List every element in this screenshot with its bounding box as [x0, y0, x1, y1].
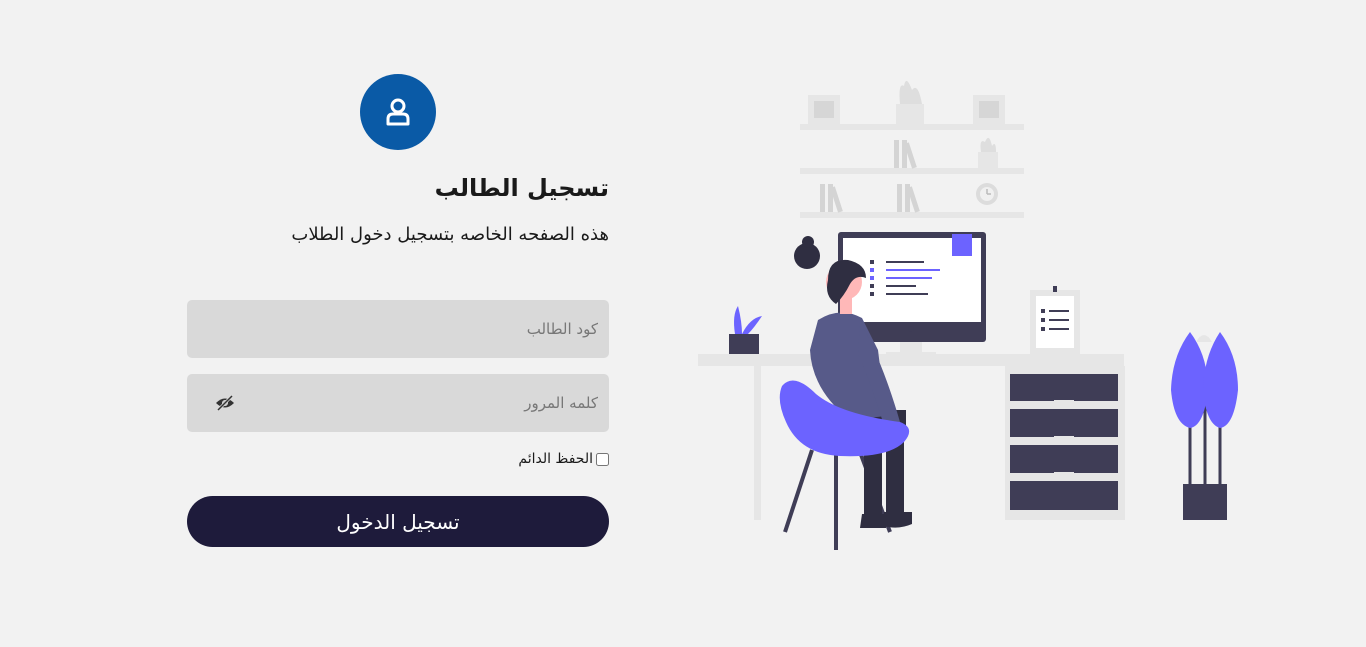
login-button[interactable]: تسجيل الدخول — [187, 496, 609, 547]
student-code-input[interactable] — [187, 300, 609, 358]
password-input[interactable] — [187, 374, 609, 432]
avatar — [360, 74, 436, 150]
page-title: تسجيل الطالب — [434, 174, 609, 202]
login-page: تسجيل الطالب هذه الصفحه الخاصه بتسجيل دخ… — [0, 0, 1366, 647]
remember-checkbox[interactable] — [596, 452, 609, 466]
desk-plant — [729, 306, 762, 354]
workspace-illustration — [698, 80, 1238, 550]
password-field — [187, 374, 609, 432]
floor-plant — [1171, 332, 1238, 520]
eye-slash-icon[interactable] — [215, 395, 235, 411]
remember-me[interactable]: الحفظ الدائم — [518, 451, 609, 467]
clipboard — [1030, 286, 1080, 354]
student-code-field — [187, 300, 609, 358]
user-icon — [386, 98, 410, 126]
shelves — [800, 80, 1024, 218]
desk — [698, 354, 1125, 520]
page-subtitle: هذه الصفحه الخاصه بتسجيل دخول الطلاب — [291, 224, 609, 245]
remember-label: الحفظ الدائم — [518, 451, 593, 467]
